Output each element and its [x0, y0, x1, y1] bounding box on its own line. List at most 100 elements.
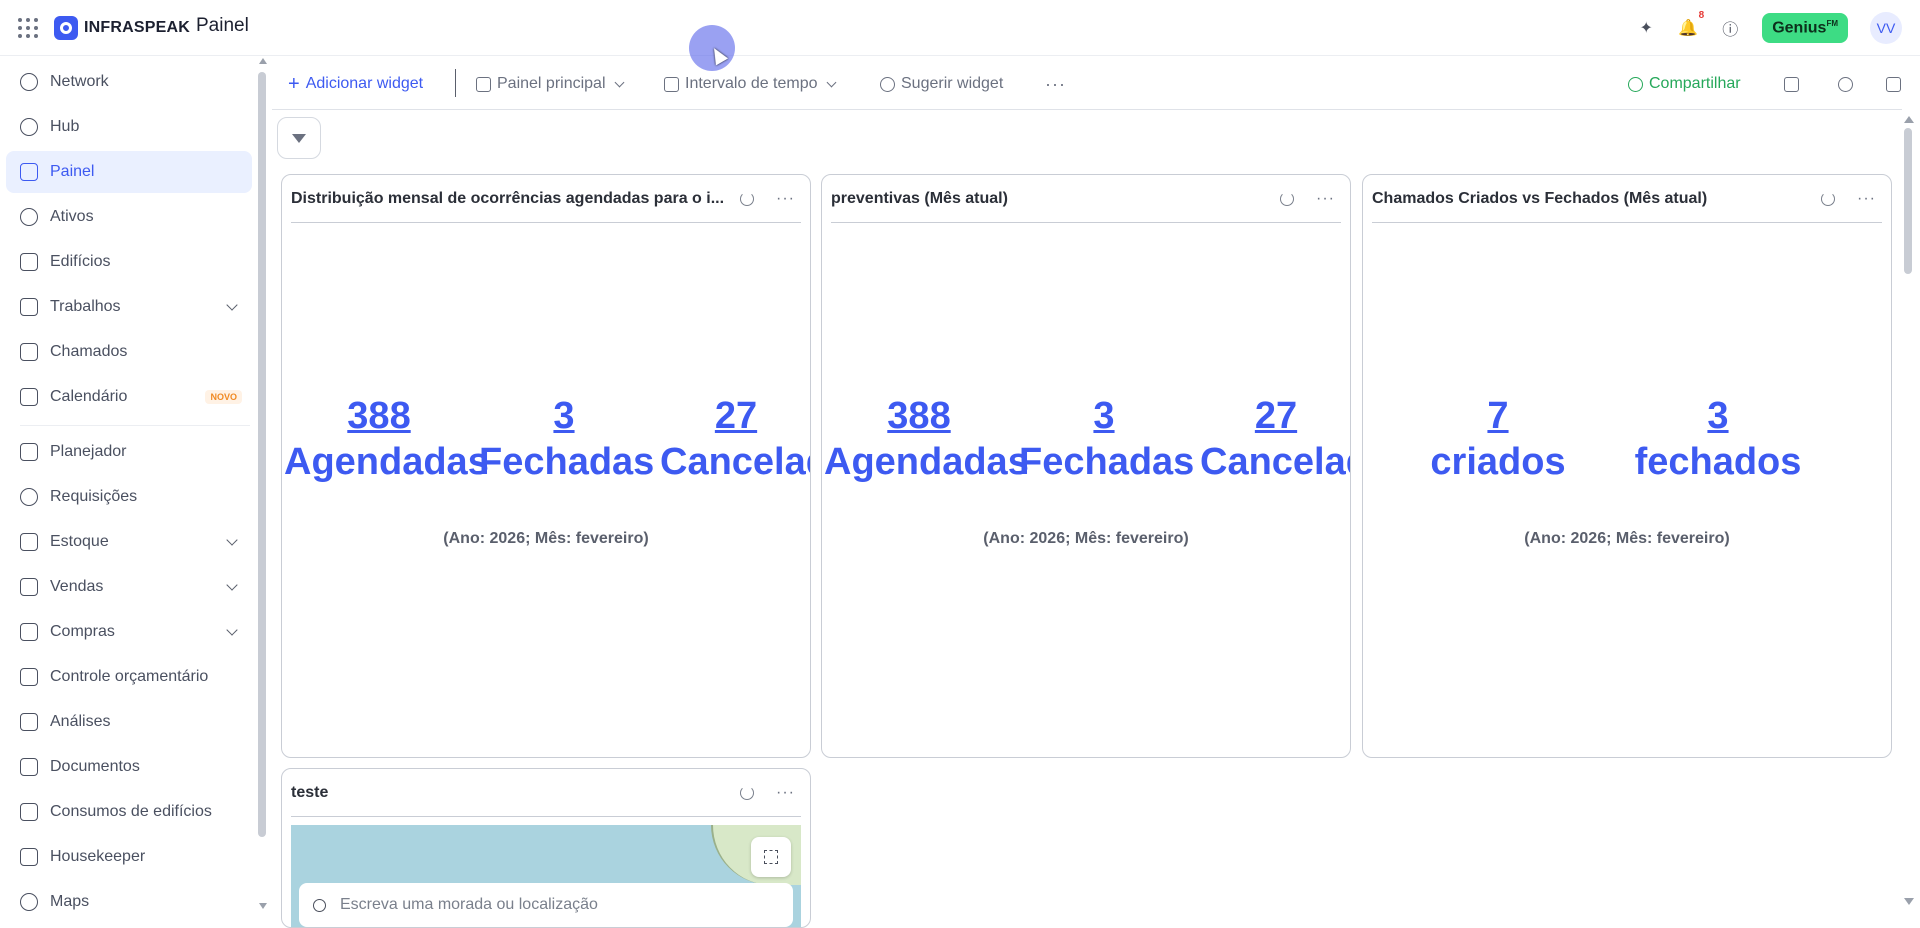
stat-value[interactable]: 388	[284, 393, 474, 439]
stat-canceladas[interactable]: 27 Cancelad	[1200, 393, 1350, 485]
chevron-down-icon	[226, 534, 238, 546]
dashboard-settings-button[interactable]	[1886, 68, 1901, 100]
widget-title: preventivas (Mês atual)	[831, 189, 1008, 207]
refresh-dashboard-button[interactable]	[1838, 68, 1853, 100]
notifications-badge: 8	[1698, 10, 1705, 21]
sidebar-item-ativos[interactable]: Ativos	[6, 196, 252, 238]
stat-value[interactable]: 27	[1200, 393, 1350, 439]
dashboard-selector[interactable]: Painel principal	[476, 68, 624, 100]
widget-preventivas: preventivas (Mês atual) ··· 388 Agendada…	[821, 174, 1351, 758]
sidebar-item-label: Housekeeper	[50, 848, 146, 865]
stat-fechadas[interactable]: 3 Fechadas	[479, 393, 654, 485]
sidebar-item-label: Vendas	[50, 578, 104, 595]
sidebar-item-trabalhos[interactable]: Trabalhos	[6, 286, 252, 328]
apps-grid-icon[interactable]	[18, 18, 38, 38]
map-search-box[interactable]	[299, 883, 793, 927]
refresh-icon[interactable]	[740, 785, 755, 800]
help-icon[interactable]: ⓘ	[1720, 18, 1740, 39]
add-widget-button[interactable]: + Adicionar widget	[288, 68, 423, 100]
building-icon	[20, 253, 38, 271]
stat-value[interactable]: 3	[479, 393, 649, 439]
sidebar-divider	[20, 425, 250, 426]
sidebar-item-label: Consumos de edifícios	[50, 803, 212, 820]
widget-monthly-scheduled: Distribuição mensal de ocorrências agend…	[281, 174, 811, 758]
sidebar-item-edificios[interactable]: Edifícios	[6, 241, 252, 283]
stat-value[interactable]: 3	[1633, 393, 1803, 439]
celebration-icon[interactable]: ✦	[1636, 18, 1656, 38]
sidebar: Network Hub Painel Ativos Edifícios Trab…	[0, 57, 262, 912]
sidebar-item-documentos[interactable]: Documentos	[6, 746, 252, 788]
widget-more-icon[interactable]: ···	[776, 784, 795, 802]
content-scroll-up-arrow[interactable]	[1904, 116, 1914, 123]
logo-icon	[54, 16, 78, 40]
stat-criados[interactable]: 7 criados	[1423, 393, 1573, 485]
content-scrollbar[interactable]	[1904, 128, 1912, 274]
logo[interactable]: INFRASPEAK	[54, 16, 190, 40]
tv-mode-button[interactable]	[1784, 68, 1799, 100]
sidebar-item-calendario[interactable]: Calendário NOVO	[6, 376, 252, 418]
layout-grid-icon	[476, 76, 491, 92]
stat-value[interactable]: 7	[1423, 393, 1573, 439]
planner-icon	[20, 443, 38, 461]
sidebar-scroll-down-arrow[interactable]	[259, 903, 267, 909]
cart-icon	[20, 623, 38, 641]
sidebar-item-label: Edifícios	[50, 253, 111, 270]
sidebar-item-network[interactable]: Network	[6, 61, 252, 103]
sidebar-item-analises[interactable]: Análises	[6, 701, 252, 743]
stat-value[interactable]: 3	[1019, 393, 1189, 439]
suggest-widget-button[interactable]: Sugerir widget	[880, 68, 1003, 100]
time-interval-selector[interactable]: Intervalo de tempo	[664, 68, 836, 100]
sidebar-item-requisicoes[interactable]: Requisições	[6, 476, 252, 518]
stat-label: Cancelad	[1200, 441, 1350, 483]
widget-more-icon[interactable]: ···	[1316, 190, 1335, 208]
widget-more-icon[interactable]: ···	[776, 190, 795, 208]
stat-agendadas[interactable]: 388 Agendadas	[824, 393, 1029, 485]
sidebar-item-housekeeper[interactable]: Housekeeper	[6, 836, 252, 878]
stat-agendadas[interactable]: 388 Agendadas	[284, 393, 489, 485]
widget-more-icon[interactable]: ···	[1857, 190, 1876, 208]
notifications-bell-icon[interactable]: 🔔 8	[1678, 10, 1704, 38]
time-interval-label: Intervalo de tempo	[685, 75, 818, 92]
filter-button[interactable]	[277, 117, 321, 159]
widget-title: Distribuição mensal de ocorrências agend…	[291, 189, 725, 207]
new-badge: NOVO	[205, 390, 242, 404]
search-icon	[313, 898, 326, 912]
document-icon	[20, 758, 38, 776]
hub-icon	[20, 118, 38, 136]
sidebar-scrollbar[interactable]	[258, 72, 266, 837]
wallet-icon	[20, 668, 38, 686]
stat-canceladas[interactable]: 27 Cancelad	[660, 393, 810, 485]
content-scroll-down-arrow[interactable]	[1904, 898, 1914, 905]
sidebar-item-compras[interactable]: Compras	[6, 611, 252, 653]
refresh-icon[interactable]	[1821, 191, 1836, 206]
refresh-icon[interactable]	[1280, 191, 1295, 206]
share-button[interactable]: Compartilhar	[1628, 68, 1741, 100]
map-fullscreen-button[interactable]	[751, 837, 791, 877]
stat-label: Cancelad	[660, 441, 810, 483]
sidebar-item-chamados[interactable]: Chamados	[6, 331, 252, 373]
sidebar-item-planejador[interactable]: Planejador	[6, 431, 252, 473]
sidebar-item-label: Calendário	[50, 388, 128, 405]
stat-fechados[interactable]: 3 fechados	[1633, 393, 1803, 485]
sidebar-item-painel[interactable]: Painel	[6, 151, 252, 193]
stat-value[interactable]: 388	[824, 393, 1014, 439]
sidebar-scroll-up-arrow[interactable]	[259, 58, 267, 64]
sidebar-item-maps[interactable]: Maps	[6, 881, 252, 912]
widget-header: preventivas (Mês atual) ···	[831, 175, 1341, 223]
sidebar-item-hub[interactable]: Hub	[6, 106, 252, 148]
refresh-icon[interactable]	[740, 191, 755, 206]
stat-value[interactable]: 27	[660, 393, 810, 439]
map-search-input[interactable]	[340, 896, 780, 914]
more-options-button[interactable]: ···	[1045, 68, 1066, 100]
sidebar-item-vendas[interactable]: Vendas	[6, 566, 252, 608]
sidebar-item-consumos-de-edificios[interactable]: Consumos de edifícios	[6, 791, 252, 833]
stat-fechadas[interactable]: 3 Fechadas	[1019, 393, 1194, 485]
avatar[interactable]: VV	[1870, 12, 1902, 44]
tag-icon	[20, 578, 38, 596]
calendar-icon	[20, 388, 38, 406]
sidebar-item-controle-orcamentario[interactable]: Controle orçamentário	[6, 656, 252, 698]
sidebar-item-estoque[interactable]: Estoque	[6, 521, 252, 563]
widget-period: (Ano: 2026; Mês: fevereiro)	[1524, 530, 1730, 547]
widget-tickets-created-vs-closed: Chamados Criados vs Fechados (Mês atual)…	[1362, 174, 1892, 758]
genius-button[interactable]: GeniusFM	[1762, 12, 1848, 44]
